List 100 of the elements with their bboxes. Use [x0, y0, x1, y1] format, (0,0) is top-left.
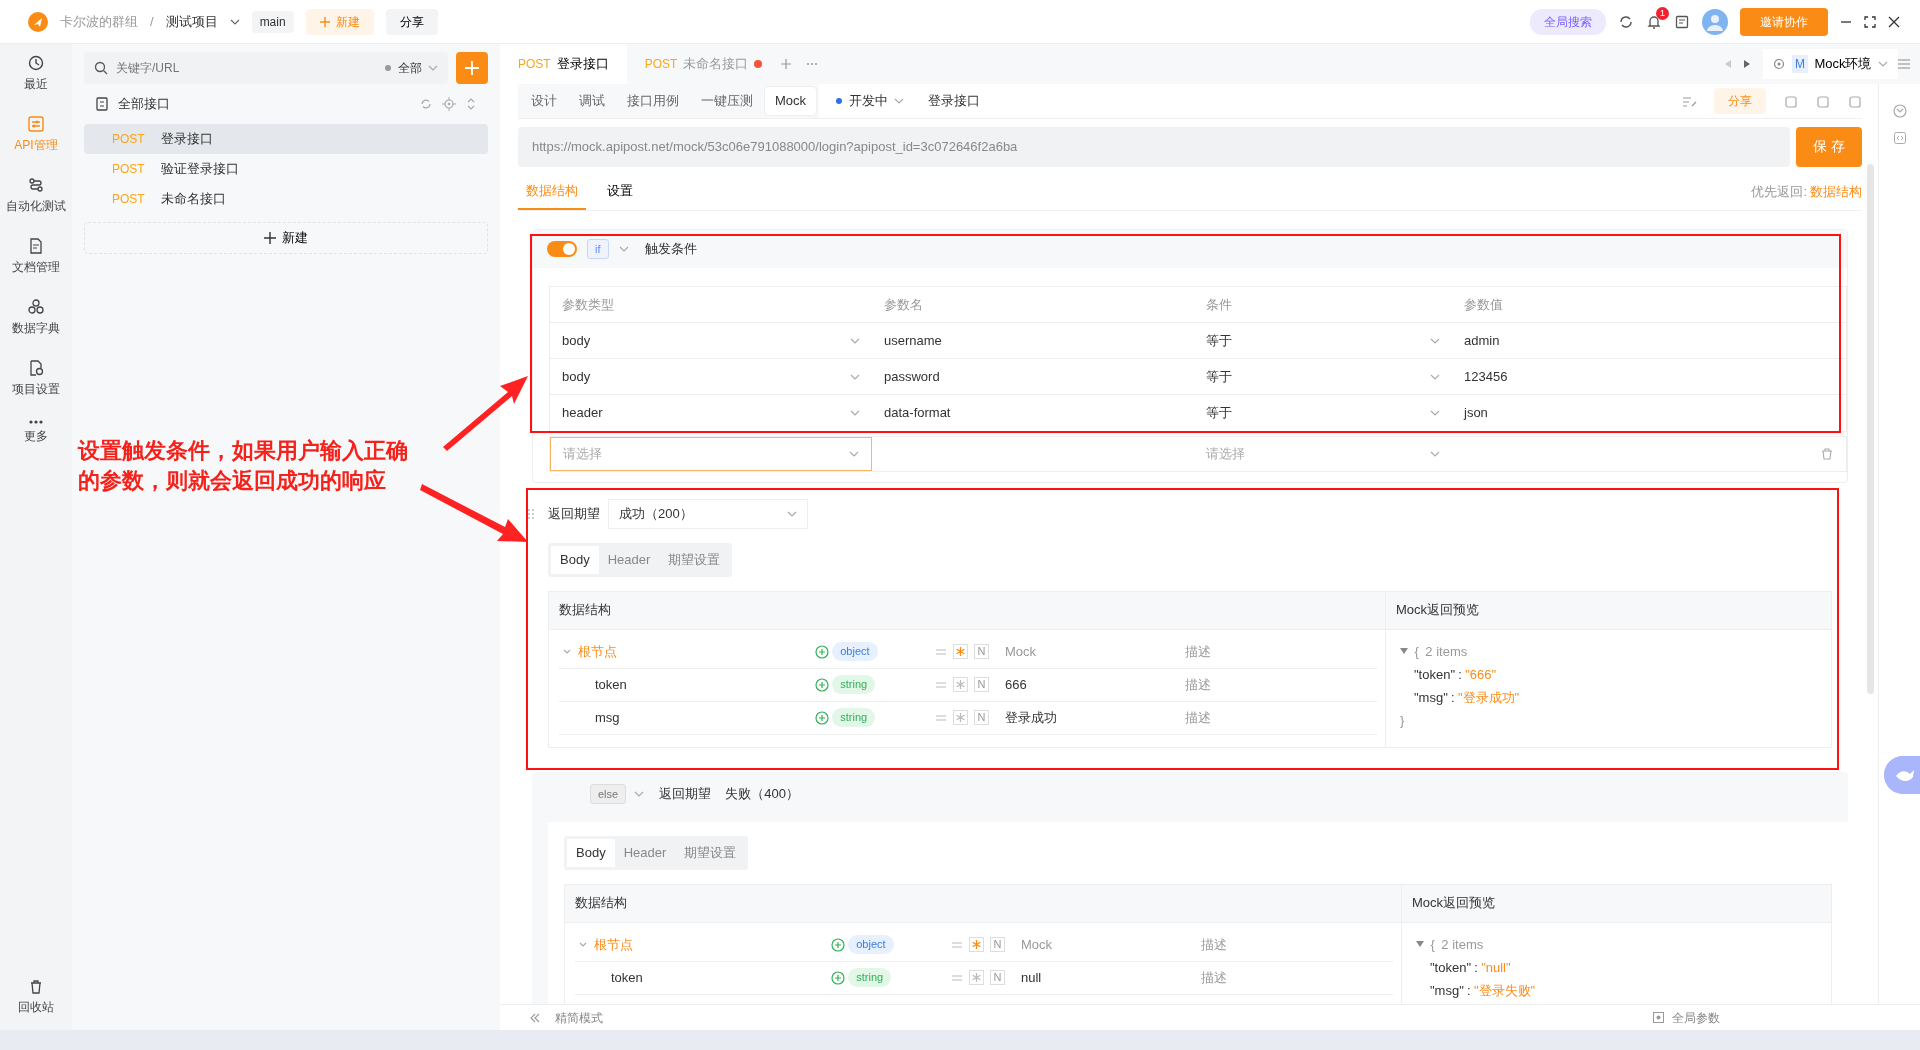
url-field[interactable]: https://mock.apipost.net/mock/53c06e791088000/login?apipost_id=3c072646f2a6ba [518, 126, 1790, 167]
drag-handle-icon[interactable] [528, 509, 534, 519]
global-search-button[interactable]: 全局搜索 [1530, 8, 1606, 35]
right-arrow-icon[interactable] [1744, 60, 1751, 68]
description-placeholder[interactable]: 描述 [1201, 936, 1227, 952]
scrollbar[interactable] [1867, 164, 1874, 694]
mock-value[interactable]: null [1021, 969, 1042, 985]
body-tab[interactable]: 期望设置 [675, 839, 746, 867]
add-circle-icon[interactable] [831, 970, 845, 985]
description-placeholder[interactable]: 描述 [1185, 643, 1211, 659]
rail-item[interactable]: 文档管理 [12, 237, 60, 276]
mock-value[interactable]: 666 [1005, 676, 1027, 692]
rail-item[interactable]: 更多 [24, 420, 48, 445]
status-dropdown[interactable]: 开发中 [836, 91, 905, 111]
chevron-circle-icon[interactable] [1892, 104, 1907, 118]
project-name[interactable]: 测试项目 [165, 11, 218, 32]
code-icon[interactable] [1893, 132, 1906, 144]
mock-value[interactable]: 登录成功 [1005, 709, 1057, 725]
body-tab[interactable]: Body [567, 839, 615, 867]
menu-icon[interactable] [1898, 59, 1910, 69]
caret-icon[interactable] [579, 941, 587, 948]
edit-icon[interactable] [1683, 94, 1697, 107]
description-placeholder[interactable]: 描述 [1201, 969, 1227, 985]
select-field[interactable]: body [550, 359, 872, 395]
field-label: 返回期望 [658, 785, 711, 803]
body-tab[interactable]: 期望设置 [659, 546, 730, 574]
search-field[interactable]: 关键字/URL 全部 [84, 52, 448, 84]
column-header: 数据结构 [559, 601, 611, 620]
view-tab[interactable]: 设计 [521, 87, 567, 115]
select-field[interactable]: 等于 [1194, 359, 1452, 395]
add-circle-icon[interactable] [815, 644, 829, 659]
select-field[interactable]: 成功（200） [608, 499, 808, 529]
add-circle-icon[interactable] [815, 710, 829, 725]
asterisk-icon[interactable] [953, 677, 968, 692]
close-icon[interactable] [1888, 15, 1900, 28]
json-key: "msg" [1430, 978, 1464, 1002]
add-circle-icon[interactable] [815, 677, 829, 692]
type-tag[interactable]: object [848, 935, 894, 954]
request-tab[interactable]: POST 登录接口 [500, 44, 627, 84]
null-toggle[interactable]: N [974, 677, 989, 692]
asterisk-icon[interactable] [953, 710, 968, 725]
environment-dropdown[interactable]: M Mock环境 [1763, 49, 1898, 79]
collapse-triangle-icon[interactable] [1416, 941, 1424, 947]
api-list-item[interactable]: POST 登录接口 [84, 124, 488, 154]
mock-placeholder[interactable]: Mock [1021, 936, 1053, 952]
select-field[interactable]: header [550, 395, 872, 431]
rail-item[interactable]: 回收站 [18, 979, 54, 1016]
body-tab[interactable]: Body [551, 546, 599, 574]
compact-mode-toggle[interactable]: 精简模式 [554, 1008, 603, 1027]
double-chevron-icon[interactable] [530, 1012, 540, 1023]
filter-dropdown[interactable]: 全部 [385, 59, 438, 77]
collapse-triangle-icon[interactable] [1400, 648, 1408, 654]
share-button[interactable]: 分享 [386, 8, 439, 35]
select-field[interactable]: 等于 [1194, 323, 1452, 359]
null-toggle[interactable]: N [990, 970, 1005, 985]
rail-item[interactable]: 项目设置 [12, 359, 60, 398]
mock-placeholder[interactable]: Mock [1005, 643, 1037, 659]
bell-icon[interactable] [1646, 13, 1662, 30]
toggle-switch[interactable] [547, 241, 577, 257]
refresh-icon[interactable] [1618, 13, 1634, 30]
null-toggle[interactable]: N [974, 644, 989, 659]
json-value: "null" [1481, 958, 1511, 977]
view-tab[interactable]: 接口用例 [617, 87, 689, 115]
description-placeholder[interactable]: 描述 [1185, 709, 1211, 725]
add-button[interactable] [456, 52, 488, 84]
global-params-button[interactable]: 全局参数 [1672, 1008, 1720, 1027]
type-tag[interactable]: object [832, 642, 878, 661]
select-field[interactable]: body [550, 323, 872, 359]
maximize-icon[interactable] [1864, 15, 1876, 28]
api-list-item[interactable]: POST 未命名接口 [84, 184, 488, 214]
branch-chip[interactable]: main [251, 10, 294, 33]
asterisk-icon[interactable] [953, 644, 968, 659]
api-list-item[interactable]: POST 验证登录接口 [84, 154, 488, 184]
new-button[interactable]: 新建 [84, 222, 488, 254]
expand-collapse-icon[interactable] [466, 97, 476, 111]
caret-icon[interactable] [563, 648, 571, 655]
body-tab[interactable]: Header [614, 839, 676, 867]
avatar-icon[interactable] [1702, 8, 1728, 35]
rail-item[interactable]: 数据字典 [12, 298, 60, 337]
locate-icon[interactable] [442, 97, 456, 111]
view-tab[interactable]: 调试 [569, 87, 615, 115]
left-arrow-icon[interactable] [1725, 60, 1732, 68]
description-placeholder[interactable]: 描述 [1185, 676, 1211, 692]
add-circle-icon[interactable] [831, 937, 845, 952]
document-icon[interactable] [1674, 13, 1690, 30]
null-toggle[interactable]: N [974, 710, 989, 725]
body-tab[interactable]: Header [598, 546, 660, 574]
assistant-icon[interactable] [1884, 756, 1920, 794]
section-tab[interactable]: 设置 [599, 172, 641, 210]
rail-item[interactable]: 最近 [24, 54, 48, 93]
asterisk-icon[interactable] [969, 937, 984, 952]
null-toggle[interactable]: N [990, 937, 1005, 952]
select-field[interactable]: 等于 [1194, 395, 1452, 431]
folder-label[interactable]: 全部接口 [118, 94, 410, 114]
asterisk-icon[interactable] [969, 970, 984, 985]
rail-item[interactable]: 自动化测试 [6, 176, 66, 215]
view-tab[interactable]: 一键压测 [691, 87, 763, 115]
team-name[interactable]: 卡尔波的群组 [60, 11, 138, 32]
view-tab[interactable]: Mock [765, 87, 817, 115]
plus-icon[interactable] [780, 58, 793, 70]
